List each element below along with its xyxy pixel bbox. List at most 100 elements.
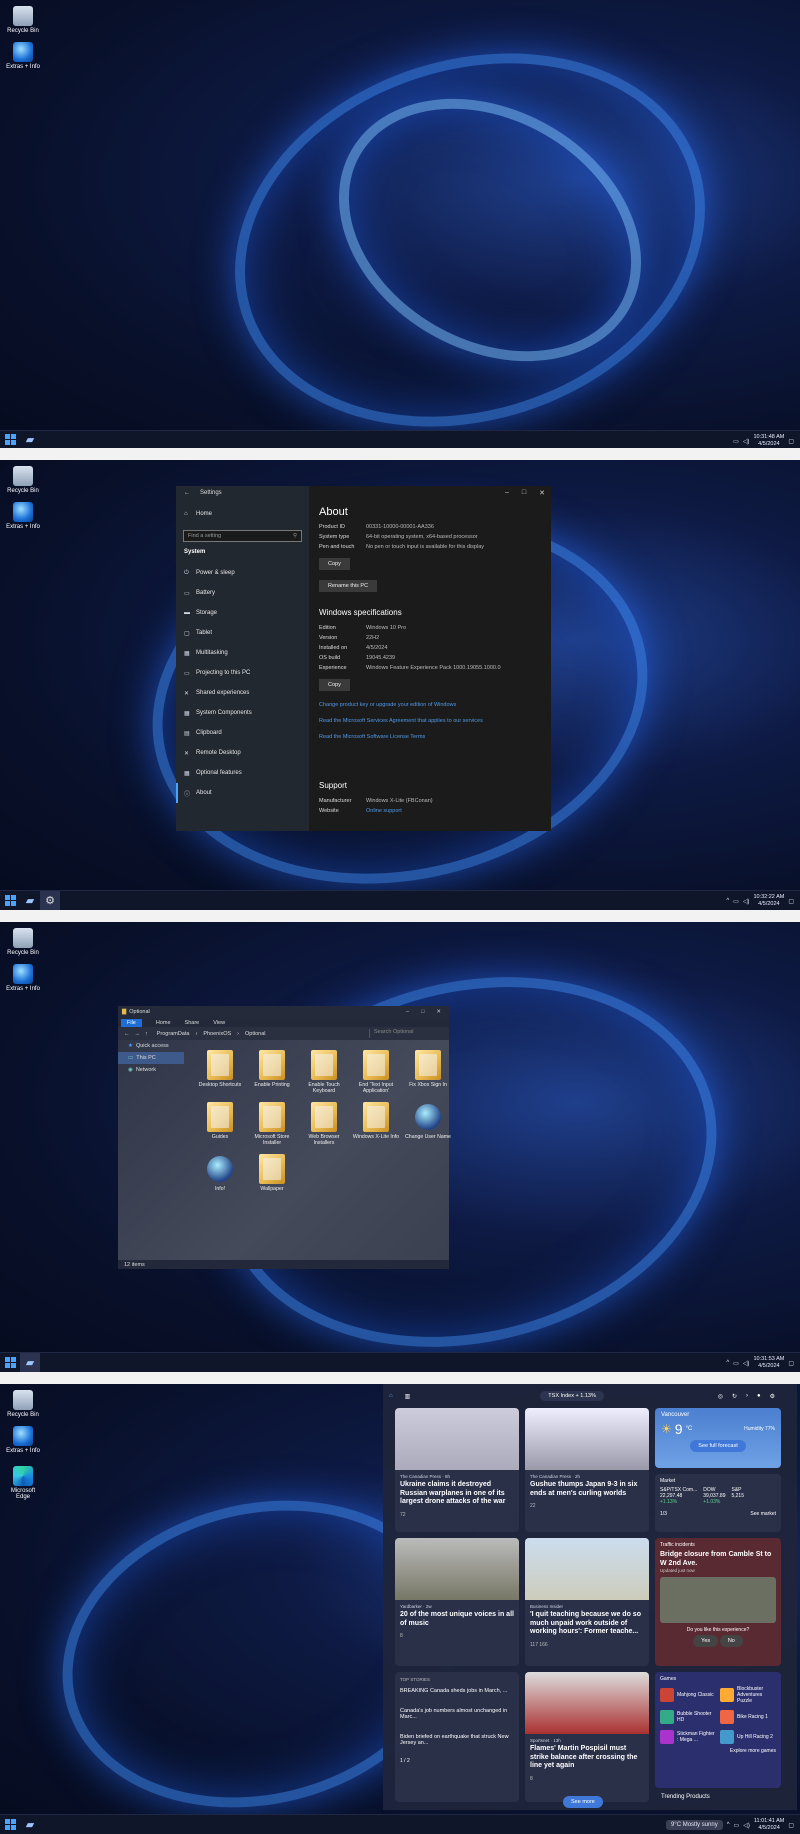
- file-item[interactable]: Guides: [194, 1102, 246, 1146]
- chevron-right-icon[interactable]: ›: [746, 1393, 748, 1400]
- ticker-chip[interactable]: TSX Index + 1.13%: [540, 1391, 604, 1401]
- close-button[interactable]: ✕: [436, 1009, 441, 1015]
- chevron-up-icon[interactable]: ^: [726, 1360, 729, 1366]
- see-more-button[interactable]: See more: [563, 1796, 603, 1808]
- nav-about[interactable]: ⓘ About: [176, 783, 309, 803]
- nav-system-components[interactable]: ▦ System Components: [176, 703, 309, 723]
- file-explorer-button[interactable]: ▰: [20, 430, 40, 449]
- tab-share[interactable]: Share: [185, 1020, 200, 1026]
- start-button[interactable]: [0, 1815, 20, 1834]
- news-card[interactable]: The Canadian Press · 8h Ukraine claims it…: [395, 1408, 519, 1532]
- extras-info-icon[interactable]: Extras + Info: [6, 964, 40, 992]
- network-icon[interactable]: ▭: [733, 898, 739, 905]
- extras-info-icon[interactable]: Extras + Info: [6, 502, 40, 530]
- maximize-button[interactable]: □: [421, 1009, 424, 1015]
- nav-network[interactable]: ◉ Network: [118, 1064, 184, 1076]
- game-tile[interactable]: Stickman Fighter : Mega ...: [660, 1730, 716, 1744]
- maximize-button[interactable]: □: [522, 489, 526, 497]
- refresh-icon[interactable]: ↻: [732, 1393, 737, 1400]
- see-market-link[interactable]: See market: [750, 1511, 776, 1517]
- story-item[interactable]: Biden briefed on earthquake that struck …: [400, 1734, 514, 1746]
- tab-file[interactable]: File: [121, 1018, 142, 1027]
- news-card[interactable]: Business Insider 'I quit teaching because…: [525, 1538, 649, 1666]
- game-tile[interactable]: Up Hill Racing 2: [720, 1730, 776, 1744]
- tab-view[interactable]: View: [213, 1020, 225, 1026]
- nav-battery[interactable]: ▭ Battery: [176, 583, 309, 603]
- file-item[interactable]: Fix Xbox Sign In: [402, 1050, 454, 1094]
- file-explorer-button[interactable]: ▰: [20, 891, 40, 911]
- filter-icon[interactable]: ◎: [718, 1393, 723, 1400]
- back-arrow-icon[interactable]: ←: [184, 490, 190, 496]
- news-card[interactable]: Yardbarker · 2w 20 of the most unique voi…: [395, 1538, 519, 1666]
- file-explorer-button[interactable]: ▰: [20, 1352, 40, 1372]
- recycle-bin-icon[interactable]: Recycle Bin: [6, 928, 40, 956]
- file-item[interactable]: Web Browser Installers: [298, 1102, 350, 1146]
- start-button[interactable]: [0, 891, 20, 911]
- rename-pc-button[interactable]: Rename this PC: [319, 580, 378, 592]
- file-item[interactable]: Wallpaper: [246, 1154, 298, 1192]
- tab-home[interactable]: Home: [156, 1020, 171, 1026]
- clock[interactable]: 10:32:22 AM 4/5/2024: [753, 894, 784, 908]
- copy-button[interactable]: Copy: [319, 558, 350, 570]
- news-card[interactable]: The Canadian Press · 2h Gushue thumps Jap…: [525, 1408, 649, 1532]
- network-icon[interactable]: ▭: [733, 1360, 739, 1367]
- yes-button[interactable]: Yes: [693, 1635, 719, 1647]
- chevron-up-icon[interactable]: ^: [726, 898, 729, 904]
- forward-arrow-icon[interactable]: →: [135, 1031, 141, 1037]
- volume-icon[interactable]: ◁): [743, 1360, 750, 1367]
- start-button[interactable]: [0, 430, 20, 449]
- nav-projecting-to-this-pc[interactable]: ▭ Projecting to this PC: [176, 663, 309, 683]
- file-item[interactable]: Enable Printing: [246, 1050, 298, 1094]
- market-widget[interactable]: Market S&P/TSX Com... 22,297.48 +1.13% DOW…: [655, 1474, 781, 1532]
- recycle-bin-icon[interactable]: Recycle Bin: [6, 1390, 40, 1418]
- file-item[interactable]: Windows X-Lite Info: [350, 1102, 402, 1146]
- chevron-up-icon[interactable]: ^: [727, 1822, 730, 1828]
- news-card[interactable]: Sportsnet · 13h Flames' Martin Pospisil m…: [525, 1672, 649, 1802]
- games-widget[interactable]: Games Mahjong Classic Blockbuster Adventu…: [655, 1672, 781, 1788]
- network-icon[interactable]: ▭: [733, 438, 739, 445]
- nav-optional-features[interactable]: ▦ Optional features: [176, 763, 309, 783]
- forecast-button[interactable]: See full forecast: [690, 1440, 746, 1452]
- search-input[interactable]: Search Optional: [369, 1029, 449, 1038]
- notification-icon[interactable]: ▢: [788, 438, 794, 445]
- explore-games-link[interactable]: Explore more games: [660, 1748, 776, 1754]
- close-button[interactable]: ✕: [539, 489, 545, 497]
- file-item[interactable]: End 'Text Input Application': [350, 1050, 402, 1094]
- nav-multitasking[interactable]: ▦ Multitasking: [176, 643, 309, 663]
- nav-this-pc[interactable]: ▭ This PC: [118, 1052, 184, 1064]
- game-tile[interactable]: Bike Racing 1: [720, 1710, 776, 1724]
- file-item[interactable]: Microsoft Store Installer: [246, 1102, 298, 1146]
- recycle-bin-icon[interactable]: Recycle Bin: [6, 466, 40, 494]
- clock[interactable]: 10:31:53 AM 4/5/2024: [753, 1356, 784, 1370]
- back-arrow-icon[interactable]: ←: [124, 1031, 130, 1037]
- address-bar[interactable]: ProgramData › PhoenixOS › Optional: [153, 1029, 364, 1038]
- home-icon[interactable]: ⌂: [389, 1393, 393, 1399]
- nav-remote-desktop[interactable]: ✕ Remote Desktop: [176, 743, 309, 763]
- weather-taskbar[interactable]: 9°C Mostly sunny: [665, 1820, 723, 1830]
- notification-icon[interactable]: ▢: [788, 1360, 794, 1367]
- nav-tablet[interactable]: ▢ Tablet: [176, 623, 309, 643]
- trending-label[interactable]: Trending Products: [661, 1794, 710, 1800]
- nav-shared-experiences[interactable]: ✕ Shared experiences: [176, 683, 309, 703]
- story-item[interactable]: Canada's job numbers almost unchanged in…: [400, 1708, 514, 1720]
- file-explorer-button[interactable]: ▰: [20, 1815, 40, 1834]
- recycle-bin-icon[interactable]: Recycle Bin: [6, 6, 40, 34]
- gear-icon[interactable]: ⚙: [770, 1393, 775, 1400]
- extras-info-icon[interactable]: Extras + Info: [6, 42, 40, 70]
- file-item[interactable]: Info!: [194, 1154, 246, 1192]
- volume-icon[interactable]: ◁): [743, 898, 750, 905]
- notification-icon[interactable]: ▢: [788, 1822, 794, 1829]
- about-link[interactable]: Read the Microsoft Software License Term…: [319, 729, 544, 745]
- story-item[interactable]: BREAKING Canada sheds jobs in March, ...: [400, 1688, 514, 1694]
- file-item[interactable]: Change User Name: [402, 1102, 454, 1146]
- extras-info-icon[interactable]: Extras + Info: [6, 1426, 40, 1454]
- nav-power-sleep[interactable]: ⏻ Power & sleep: [176, 563, 309, 583]
- minimize-button[interactable]: –: [505, 489, 509, 497]
- top-stories-widget[interactable]: TOP STORIES BREAKING Canada sheds jobs i…: [395, 1672, 519, 1802]
- volume-icon[interactable]: ◁): [743, 1822, 750, 1829]
- up-arrow-icon[interactable]: ↑: [145, 1031, 148, 1037]
- about-link[interactable]: Change product key or upgrade your editi…: [319, 697, 544, 713]
- game-tile[interactable]: Mahjong Classic: [660, 1686, 716, 1704]
- edge-shortcut[interactable]: Microsoft Edge: [6, 1466, 40, 1500]
- network-icon[interactable]: ▭: [734, 1822, 740, 1829]
